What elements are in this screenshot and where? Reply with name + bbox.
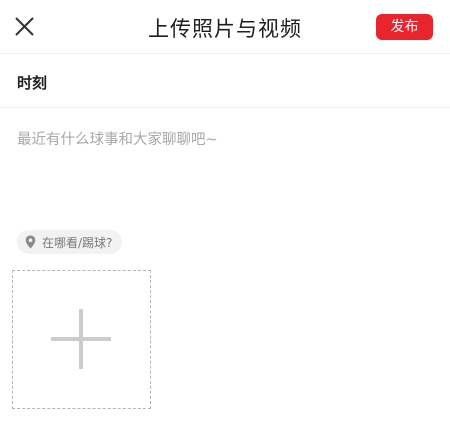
location-label: 在哪看/踢球? — [42, 235, 113, 250]
location-pin-icon — [25, 235, 36, 249]
top-bar: 上传照片与视频 发布 — [0, 0, 450, 54]
publish-button[interactable]: 发布 — [376, 14, 433, 40]
section-label: 时刻 — [17, 74, 48, 92]
post-text-input[interactable] — [17, 108, 437, 218]
plus-icon — [51, 309, 111, 369]
location-chip[interactable]: 在哪看/踢球? — [17, 230, 123, 254]
header-divider — [0, 53, 450, 54]
add-media-button[interactable] — [12, 270, 151, 409]
